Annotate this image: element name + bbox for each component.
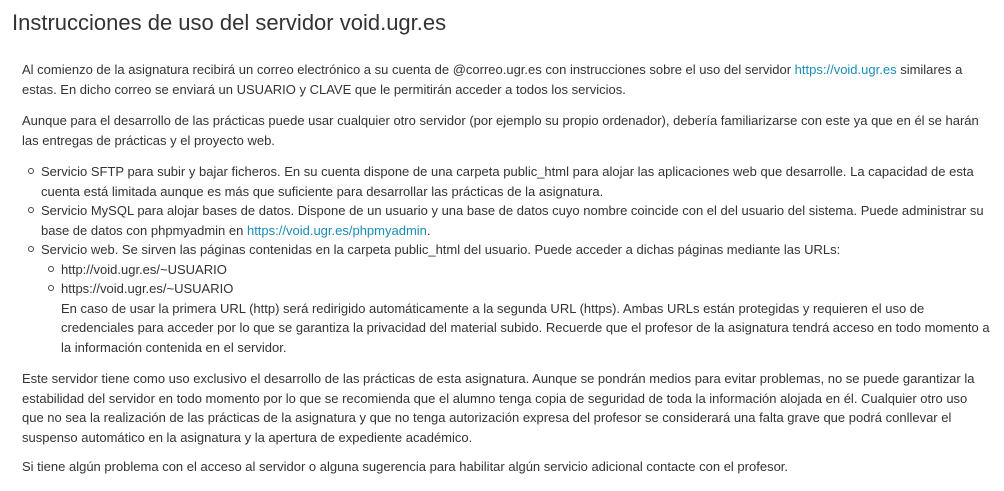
contact-paragraph: Si tiene algún problema con el acceso al… [22,459,789,474]
https-url-text: https://void.ugr.es/~USUARIO [61,281,234,296]
http-url-text: http://void.ugr.es/~USUARIO [61,261,227,277]
list-item-url-https: https://void.ugr.es/~USUARIO En caso de … [41,279,992,357]
instructions-content: Al comienzo de la asignatura recibirá un… [22,60,992,477]
development-paragraph: Aunque para el desarrollo de las práctic… [22,113,979,148]
usage-policy-paragraph: Este servidor tiene como uso exclusivo e… [22,371,975,445]
list-item-url-http: http://void.ugr.es/~USUARIO [41,260,992,280]
list-item-web: Servicio web. Se sirven las páginas cont… [22,240,992,357]
list-item-sftp: Servicio SFTP para subir y bajar fichero… [22,162,992,201]
list-item-mysql: Servicio MySQL para alojar bases de dato… [22,201,992,240]
services-list: Servicio SFTP para subir y bajar fichero… [22,162,992,357]
intro-paragraph: Al comienzo de la asignatura recibirá un… [22,60,992,99]
circle-bullet-icon [28,207,34,213]
page-title: Instrucciones de uso del servidor void.u… [12,10,447,35]
circle-bullet-icon [28,246,34,252]
web-service-text: Servicio web. Se sirven las páginas cont… [41,242,841,257]
circle-bullet-icon [28,168,34,174]
url-note-text: En caso de usar la primera URL (http) se… [61,300,990,355]
void-server-link[interactable]: https://void.ugr.es [795,62,897,77]
mysql-service-text-end: . [426,222,431,238]
intro-text-start: Al comienzo de la asignatura recibirá un… [22,62,795,77]
circle-bullet-icon [48,285,54,291]
circle-bullet-icon [48,265,54,272]
mysql-service-text: Servicio MySQL para alojar bases de dato… [41,203,984,238]
sftp-service-text: Servicio SFTP para subir y bajar fichero… [41,164,974,199]
phpmyadmin-link[interactable]: https://void.ugr.es/phpmyadmin [247,223,427,238]
urls-list: http://void.ugr.es/~USUARIO https://void… [41,260,992,358]
